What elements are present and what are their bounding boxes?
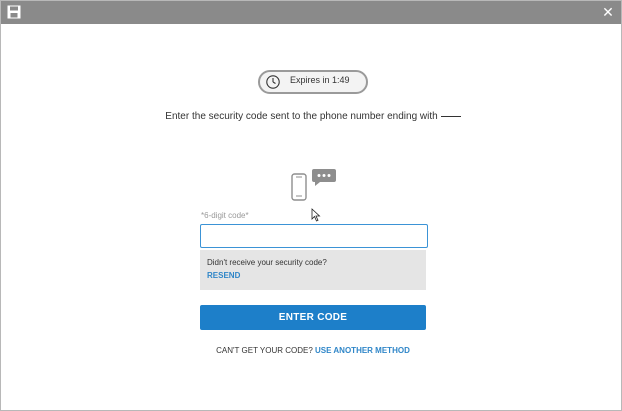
instruction-message: Enter the security code sent to the phon… (165, 111, 438, 122)
instruction-text: Enter the security code sent to the phon… (161, 110, 465, 124)
resend-link[interactable]: RESEND (207, 271, 240, 280)
security-code-input[interactable] (200, 224, 428, 248)
phone-message-icon (291, 169, 336, 201)
save-disk-icon (7, 5, 21, 19)
masked-phone-number (440, 115, 461, 117)
clock-icon (266, 75, 280, 89)
alternative-prefix: CAN'T GET YOUR CODE? (216, 346, 313, 355)
enter-code-button[interactable]: ENTER CODE (200, 305, 426, 330)
dialog-window: ✕ Expires in 1:49 Enter the security cod… (0, 0, 622, 411)
resend-panel: Didn't receive your security code? RESEN… (200, 250, 426, 290)
use-another-method-link[interactable]: USE ANOTHER METHOD (315, 346, 410, 355)
verification-panel: Expires in 1:49 Enter the security code … (1, 24, 621, 410)
code-field-label: *6-digit code* (201, 211, 249, 220)
expiry-timer: Expires in 1:49 (258, 70, 368, 94)
timer-text: Expires in 1:49 (290, 75, 350, 85)
alternative-method-line: CAN'T GET YOUR CODE? USE ANOTHER METHOD (161, 346, 465, 355)
title-bar: ✕ (1, 1, 621, 24)
resend-question: Didn't receive your security code? (207, 258, 327, 267)
mouse-pointer-icon (311, 208, 321, 222)
close-icon[interactable]: ✕ (599, 3, 617, 21)
